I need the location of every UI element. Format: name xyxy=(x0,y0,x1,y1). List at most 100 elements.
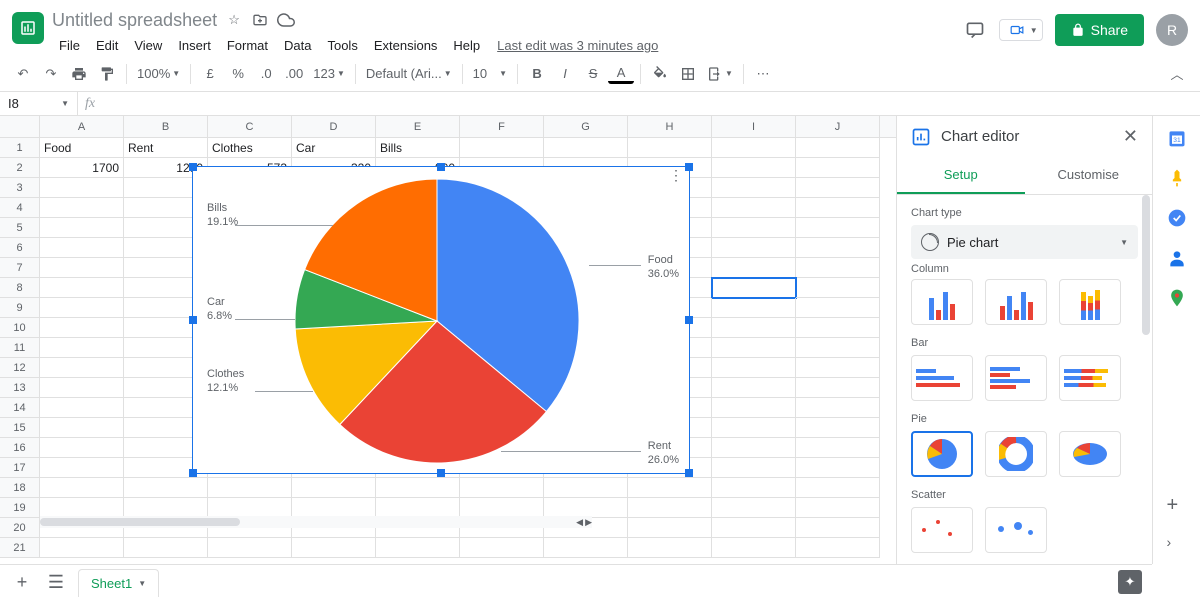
chart-thumb-scatter-2[interactable] xyxy=(985,507,1047,553)
close-icon[interactable]: ✕ xyxy=(1123,126,1138,147)
menu-data[interactable]: Data xyxy=(277,34,318,57)
cell[interactable] xyxy=(40,398,124,418)
row-header[interactable]: 3 xyxy=(0,178,40,198)
cell[interactable] xyxy=(712,218,796,238)
cloud-icon[interactable] xyxy=(277,11,295,29)
more-formats-button[interactable]: 123▼ xyxy=(309,61,349,87)
cell[interactable] xyxy=(208,478,292,498)
cell[interactable] xyxy=(40,418,124,438)
collapse-toolbar-button[interactable]: ︿ xyxy=(1164,61,1190,87)
menu-format[interactable]: Format xyxy=(220,34,275,57)
cell[interactable] xyxy=(40,438,124,458)
text-color-button[interactable]: A xyxy=(608,64,634,84)
cell[interactable] xyxy=(40,458,124,478)
italic-button[interactable]: I xyxy=(552,61,578,87)
increase-decimal-button[interactable]: .00 xyxy=(281,61,307,87)
cell[interactable] xyxy=(712,478,796,498)
menu-edit[interactable]: Edit xyxy=(89,34,125,57)
row-header[interactable]: 13 xyxy=(0,378,40,398)
chart-thumb-bar-2[interactable] xyxy=(985,355,1047,401)
meet-button[interactable]: ▼ xyxy=(999,19,1043,41)
cell[interactable] xyxy=(712,318,796,338)
cell[interactable] xyxy=(712,278,796,298)
cell[interactable] xyxy=(628,518,712,538)
font-size-dropdown[interactable]: 10▼ xyxy=(469,61,511,87)
row-header[interactable]: 14 xyxy=(0,398,40,418)
cell[interactable] xyxy=(376,498,460,518)
col-header[interactable]: F xyxy=(460,116,544,137)
chart-thumb-bar-1[interactable] xyxy=(911,355,973,401)
chart-thumb-bar-3[interactable] xyxy=(1059,355,1121,401)
cell[interactable] xyxy=(796,538,880,558)
share-button[interactable]: Share xyxy=(1055,14,1144,46)
menu-help[interactable]: Help xyxy=(446,34,487,57)
add-sheet-button[interactable]: + xyxy=(10,571,34,595)
cell[interactable] xyxy=(796,518,880,538)
collapse-rail-icon[interactable]: › xyxy=(1167,534,1187,554)
row-header[interactable]: 4 xyxy=(0,198,40,218)
cell[interactable] xyxy=(376,478,460,498)
row-header[interactable]: 7 xyxy=(0,258,40,278)
cell[interactable] xyxy=(712,158,796,178)
cell[interactable] xyxy=(124,478,208,498)
borders-button[interactable] xyxy=(675,61,701,87)
cell[interactable]: 1700 xyxy=(40,158,124,178)
cell[interactable] xyxy=(40,198,124,218)
cell[interactable] xyxy=(796,238,880,258)
cell[interactable] xyxy=(796,138,880,158)
cell[interactable] xyxy=(40,478,124,498)
cell[interactable] xyxy=(796,278,880,298)
cell[interactable] xyxy=(712,178,796,198)
comments-icon[interactable] xyxy=(963,18,987,42)
cell[interactable] xyxy=(712,358,796,378)
cell[interactable] xyxy=(460,478,544,498)
cell[interactable] xyxy=(40,258,124,278)
cell[interactable] xyxy=(40,178,124,198)
cell[interactable] xyxy=(712,238,796,258)
cell[interactable] xyxy=(544,538,628,558)
row-header[interactable]: 8 xyxy=(0,278,40,298)
menu-view[interactable]: View xyxy=(127,34,169,57)
cell[interactable] xyxy=(40,238,124,258)
cell[interactable] xyxy=(712,518,796,538)
print-button[interactable] xyxy=(66,61,92,87)
keep-icon[interactable] xyxy=(1167,168,1187,188)
cell[interactable] xyxy=(796,398,880,418)
row-header[interactable]: 18 xyxy=(0,478,40,498)
move-icon[interactable] xyxy=(251,11,269,29)
cell[interactable] xyxy=(796,478,880,498)
row-header[interactable]: 5 xyxy=(0,218,40,238)
chart-thumb-pie-2[interactable] xyxy=(985,431,1047,477)
cell[interactable] xyxy=(208,498,292,518)
menu-insert[interactable]: Insert xyxy=(171,34,218,57)
chart-menu-icon[interactable]: ⋮ xyxy=(669,173,683,177)
cell[interactable] xyxy=(628,478,712,498)
last-edit-link[interactable]: Last edit was 3 minutes ago xyxy=(497,38,658,53)
cell[interactable] xyxy=(40,318,124,338)
cell[interactable] xyxy=(628,138,712,158)
col-header[interactable]: A xyxy=(40,116,124,137)
avatar[interactable]: R xyxy=(1156,14,1188,46)
font-dropdown[interactable]: Default (Ari...▼ xyxy=(362,61,456,87)
menu-extensions[interactable]: Extensions xyxy=(367,34,445,57)
panel-scrollbar[interactable] xyxy=(1142,195,1150,475)
calendar-icon[interactable]: 31 xyxy=(1167,128,1187,148)
chart-thumb-column-1[interactable] xyxy=(911,279,973,325)
cell[interactable] xyxy=(40,338,124,358)
cell[interactable]: Bills xyxy=(376,138,460,158)
name-box[interactable]: I8▼ xyxy=(0,92,78,115)
redo-button[interactable]: ↷ xyxy=(38,61,64,87)
cell[interactable] xyxy=(40,378,124,398)
col-header[interactable]: J xyxy=(796,116,880,137)
row-header[interactable]: 17 xyxy=(0,458,40,478)
formula-input[interactable] xyxy=(102,92,1200,115)
cell[interactable] xyxy=(628,498,712,518)
cell[interactable] xyxy=(292,538,376,558)
merge-button[interactable]: ▼ xyxy=(703,61,737,87)
contacts-icon[interactable] xyxy=(1167,248,1187,268)
cell[interactable] xyxy=(292,478,376,498)
row-header[interactable]: 19 xyxy=(0,498,40,518)
cell[interactable] xyxy=(712,258,796,278)
row-header[interactable]: 16 xyxy=(0,438,40,458)
cell[interactable] xyxy=(376,538,460,558)
